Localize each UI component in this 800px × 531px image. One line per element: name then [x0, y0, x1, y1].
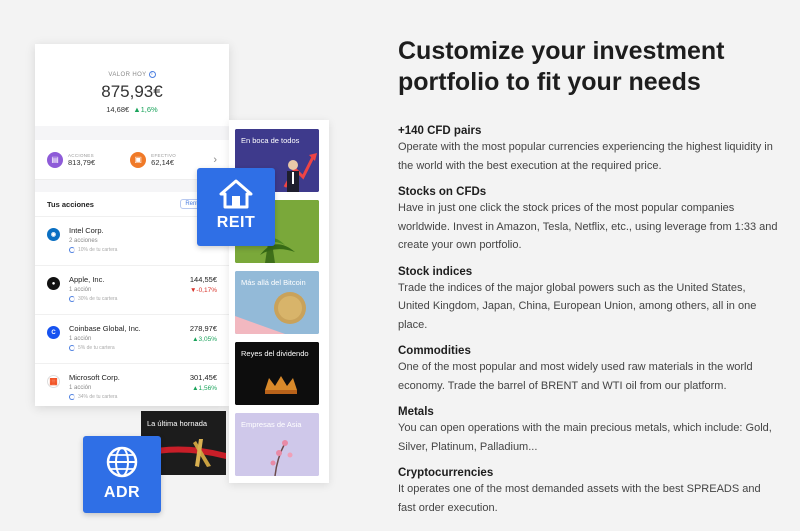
stock-quantity: 2 acciones	[69, 238, 98, 244]
company-logo-icon: ▦	[47, 375, 60, 388]
feature-item: Metals You can open operations with the m…	[398, 405, 780, 456]
stock-name: Microsoft Corp.	[69, 373, 120, 382]
tile-title: Reyes del dividendo	[241, 349, 309, 358]
feature-title: Commodities	[398, 345, 471, 357]
collection-tile-dividendo[interactable]: Reyes del dividendo	[235, 342, 319, 405]
stock-change: ▲3,05%	[192, 336, 217, 343]
stock-quantity: 1 acción	[69, 336, 92, 342]
portfolio-summary: VALOR HOY i 875,93€ 14,68€ ▲1,6%	[35, 44, 229, 126]
stock-info: Intel Corp. 2 acciones 10% de tu cartera	[69, 226, 117, 253]
stock-portfolio-share: 5% de tu cartera	[69, 345, 141, 351]
tile-title: En boca de todos	[241, 136, 300, 145]
delta-percent: ▲1,6%	[133, 105, 158, 115]
portfolio-delta: 14,68€ ▲1,6%	[35, 105, 229, 114]
stock-info: Coinbase Global, Inc. 1 acción 5% de tu ca…	[69, 324, 141, 351]
feature-item: Commodities One of the most popular and m…	[398, 344, 780, 395]
stock-name: Coinbase Global, Inc.	[69, 324, 141, 333]
feature-title: Cryptocurrencies	[398, 467, 494, 479]
chevron-right-icon[interactable]: ›	[213, 154, 217, 166]
adr-badge: ADR	[83, 436, 161, 513]
stock-portfolio-share: 30% de tu cartera	[69, 296, 117, 302]
feature-description: Operate with the most popular currencies…	[398, 141, 773, 172]
efectivo-value: 62,14€	[151, 157, 175, 167]
adr-label: ADR	[103, 484, 141, 501]
stock-price: 144,55€	[189, 275, 217, 284]
stock-name: Intel Corp.	[69, 226, 104, 235]
stock-row[interactable]: ▦ Microsoft Corp. 1 acción 34% de tu carter…	[35, 363, 229, 406]
features-copy: Customize your investment portfolio to f…	[398, 36, 780, 527]
tile-title: Más allá del Bitcoin	[241, 278, 306, 287]
donut-icon	[69, 247, 75, 253]
feature-description: You can open operations with the main pr…	[398, 422, 772, 453]
donut-icon	[69, 394, 75, 400]
stock-change: ▼-0,17%	[189, 287, 217, 294]
stock-row[interactable]: C Coinbase Global, Inc. 1 acción 5% de tu c…	[35, 314, 229, 363]
feature-item: +140 CFD pairs Operate with the most popu…	[398, 124, 780, 175]
stock-price: 301,45€	[189, 373, 217, 382]
feature-list: +140 CFD pairs Operate with the most popu…	[398, 124, 780, 517]
info-icon[interactable]: i	[148, 71, 156, 78]
acciones-label: ACCIONES	[68, 152, 94, 158]
stock-quantity: 1 acción	[69, 385, 92, 391]
collection-tile-bitcoin[interactable]: Más allá del Bitcoin	[235, 271, 319, 334]
tile-title: La última hornada	[147, 419, 208, 428]
acciones-value: 813,79€	[68, 157, 96, 167]
feature-item: Stock indices Trade the indices of the ma…	[398, 265, 780, 335]
acciones-summary: ▤ ACCIONES 813,79€	[47, 151, 130, 168]
feature-title: Stock indices	[398, 265, 473, 278]
donut-icon	[69, 296, 75, 302]
stock-name: Apple, Inc.	[69, 275, 105, 284]
portfolio-balance: 875,93€	[101, 82, 163, 102]
house-icon	[219, 179, 253, 209]
stock-price-block: 278,97€ ▲3,05%	[190, 324, 217, 343]
stock-info: Microsoft Corp. 1 acción 34% de tu cartera	[69, 373, 120, 400]
tile-title: Empresas de Asia	[241, 420, 302, 429]
feature-description: It operates one of the most demanded ass…	[398, 483, 761, 514]
efectivo-label: EFECTIVO	[151, 152, 177, 158]
donut-icon	[69, 345, 75, 351]
valor-hoy-label: VALOR HOY i	[35, 71, 229, 78]
stock-change: ▲1,56%	[192, 385, 217, 392]
feature-description: Have in just one click the stock prices …	[398, 202, 778, 251]
cash-icon: ▣	[130, 151, 147, 168]
feature-description: Trade the indices of the major global po…	[398, 281, 757, 331]
stock-price: 278,97€	[189, 324, 217, 333]
reit-badge: REIT	[197, 168, 275, 246]
stock-portfolio-share: 10% de tu cartera	[69, 247, 117, 253]
feature-title: +140 CFD pairs	[398, 125, 482, 137]
feature-item: Stocks on CFDs Have in just one click the…	[398, 185, 780, 255]
stock-price-block: 301,45€ ▲1,56%	[190, 373, 217, 392]
stock-portfolio-share: 34% de tu cartera	[69, 394, 120, 400]
tus-acciones-title: Tus acciones	[47, 199, 94, 209]
feature-title: Metals	[398, 406, 434, 418]
chart-icon: ▤	[47, 151, 63, 168]
reit-label: REIT	[216, 214, 256, 231]
collection-tile-asia[interactable]: Empresas de Asia	[235, 413, 319, 476]
company-logo-icon: ◉	[47, 228, 60, 241]
company-logo-icon: C	[47, 326, 60, 339]
efectivo-summary: ▣ EFECTIVO 62,14€	[130, 151, 213, 168]
delta-amount: 14,68€	[106, 105, 130, 115]
feature-title: Stocks on CFDs	[398, 186, 487, 198]
company-logo-icon: ●	[47, 277, 60, 290]
stock-quantity: 1 acción	[69, 287, 92, 293]
stock-info: Apple, Inc. 1 acción 30% de tu cartera	[69, 275, 117, 302]
page-headline: Customize your investment portfolio to f…	[398, 37, 725, 96]
feature-description: One of the most popular and most widely …	[398, 361, 753, 392]
feature-item: Cryptocurrencies It operates one of the m…	[398, 466, 780, 517]
stock-price-block: 144,55€ ▼-0,17%	[190, 275, 217, 294]
stock-row[interactable]: ● Apple, Inc. 1 acción 30% de tu cartera 144…	[35, 265, 229, 314]
globe-icon	[106, 446, 138, 478]
